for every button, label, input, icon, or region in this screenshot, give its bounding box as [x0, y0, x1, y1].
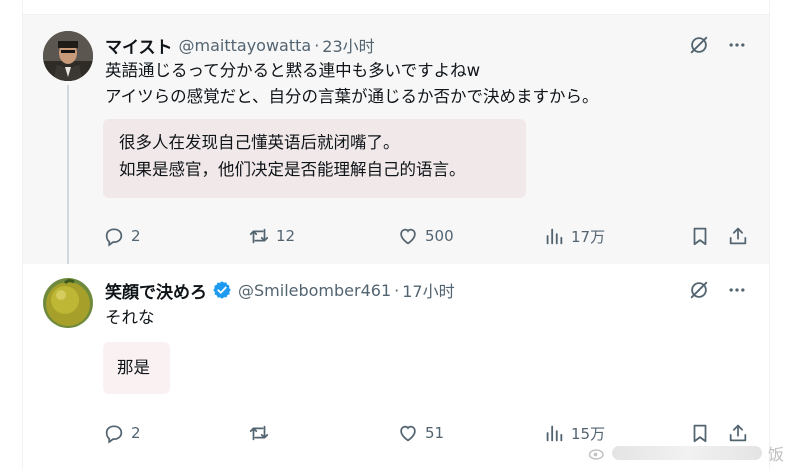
translation-line: 如果是感官，他们决定是否能理解自己的语言。 [119, 160, 466, 179]
user-handle[interactable]: @Smilebomber461 [238, 281, 391, 300]
user-handle[interactable]: @maittayowatta [179, 36, 312, 55]
share-button[interactable] [727, 225, 749, 247]
retweet-icon [249, 228, 269, 244]
view-count: 17万 [571, 227, 606, 246]
display-name[interactable]: マイスト [105, 33, 173, 58]
avatar[interactable] [43, 278, 93, 328]
views-icon [546, 228, 563, 245]
translation-line: 那是 [117, 358, 150, 377]
tweet-text-line: 英語通じるって分かると黙る連中も多いですよねw [105, 61, 481, 80]
retweet-icon [249, 425, 269, 441]
separator-dot: · [314, 35, 320, 55]
retweet-button[interactable] [248, 422, 276, 444]
action-bar: 2 12 500 17万 [103, 225, 747, 251]
more-options-icon[interactable] [725, 33, 749, 57]
reply-button[interactable]: 2 [103, 225, 141, 247]
separator-dot: · [394, 280, 400, 300]
tweet-1[interactable]: マイスト @maittayowatta · 23小时 英語通じるって分かると黙る… [23, 15, 769, 264]
tweet-2[interactable]: 笑顔で決めろ @Smilebomber461 · 17小时 それな 那是 2 5… [23, 264, 769, 469]
verified-badge-icon [213, 281, 231, 299]
tweet-header: 笑顔で決めろ @Smilebomber461 · 17小时 [105, 278, 749, 303]
translation-line: 很多人在发现自己懂英语后就闭嘴了。 [119, 133, 400, 152]
translation-box: 那是 [103, 342, 170, 394]
grok-icon[interactable] [687, 278, 711, 302]
watermark: 饭 [588, 441, 784, 465]
views-button[interactable]: 17万 [543, 225, 605, 247]
timestamp[interactable]: 17小时 [402, 278, 454, 302]
reply-icon [105, 228, 123, 247]
reply-icon [105, 425, 123, 444]
heart-icon [400, 228, 416, 245]
retweet-count: 12 [276, 227, 296, 245]
reply-count: 2 [131, 424, 141, 442]
retweet-button[interactable]: 12 [248, 225, 295, 247]
views-icon [546, 425, 563, 442]
reply-count: 2 [131, 227, 141, 245]
bookmark-icon [693, 227, 707, 246]
display-name[interactable]: 笑顔で決めろ [105, 278, 207, 303]
like-count: 51 [425, 424, 445, 442]
watermark-text: 饭 [767, 445, 784, 464]
timestamp[interactable]: 23小时 [322, 33, 374, 57]
avatar[interactable] [43, 31, 93, 81]
tweet-header: マイスト @maittayowatta · 23小时 [105, 33, 749, 58]
tweet-text: それな [105, 305, 749, 331]
grok-icon[interactable] [687, 33, 711, 57]
share-icon [729, 227, 747, 245]
bookmark-button[interactable] [689, 225, 711, 247]
reply-button[interactable]: 2 [103, 422, 141, 444]
like-button[interactable]: 500 [397, 225, 454, 247]
like-count: 500 [425, 227, 454, 245]
tweet-text-line: アイツらの感覚だと、自分の言葉が通じるか否かで決めますから。 [105, 87, 599, 106]
thread-connector [67, 85, 69, 264]
heart-icon [400, 425, 416, 442]
weibo-logo-icon [588, 449, 604, 460]
like-button[interactable]: 51 [397, 422, 444, 444]
more-options-icon[interactable] [725, 278, 749, 302]
translation-box: 很多人在发现自己懂英语后就闭嘴了。 如果是感官，他们决定是否能理解自己的语言。 [103, 119, 526, 198]
tweet-text: 英語通じるって分かると黙る連中も多いですよねw アイツらの感覚だと、自分の言葉が… [105, 58, 749, 110]
timeline-column: マイスト @maittayowatta · 23小时 英語通じるって分かると黙る… [22, 0, 770, 469]
watermark-blurred-text [611, 446, 762, 460]
tweet-text-line: それな [105, 308, 155, 327]
